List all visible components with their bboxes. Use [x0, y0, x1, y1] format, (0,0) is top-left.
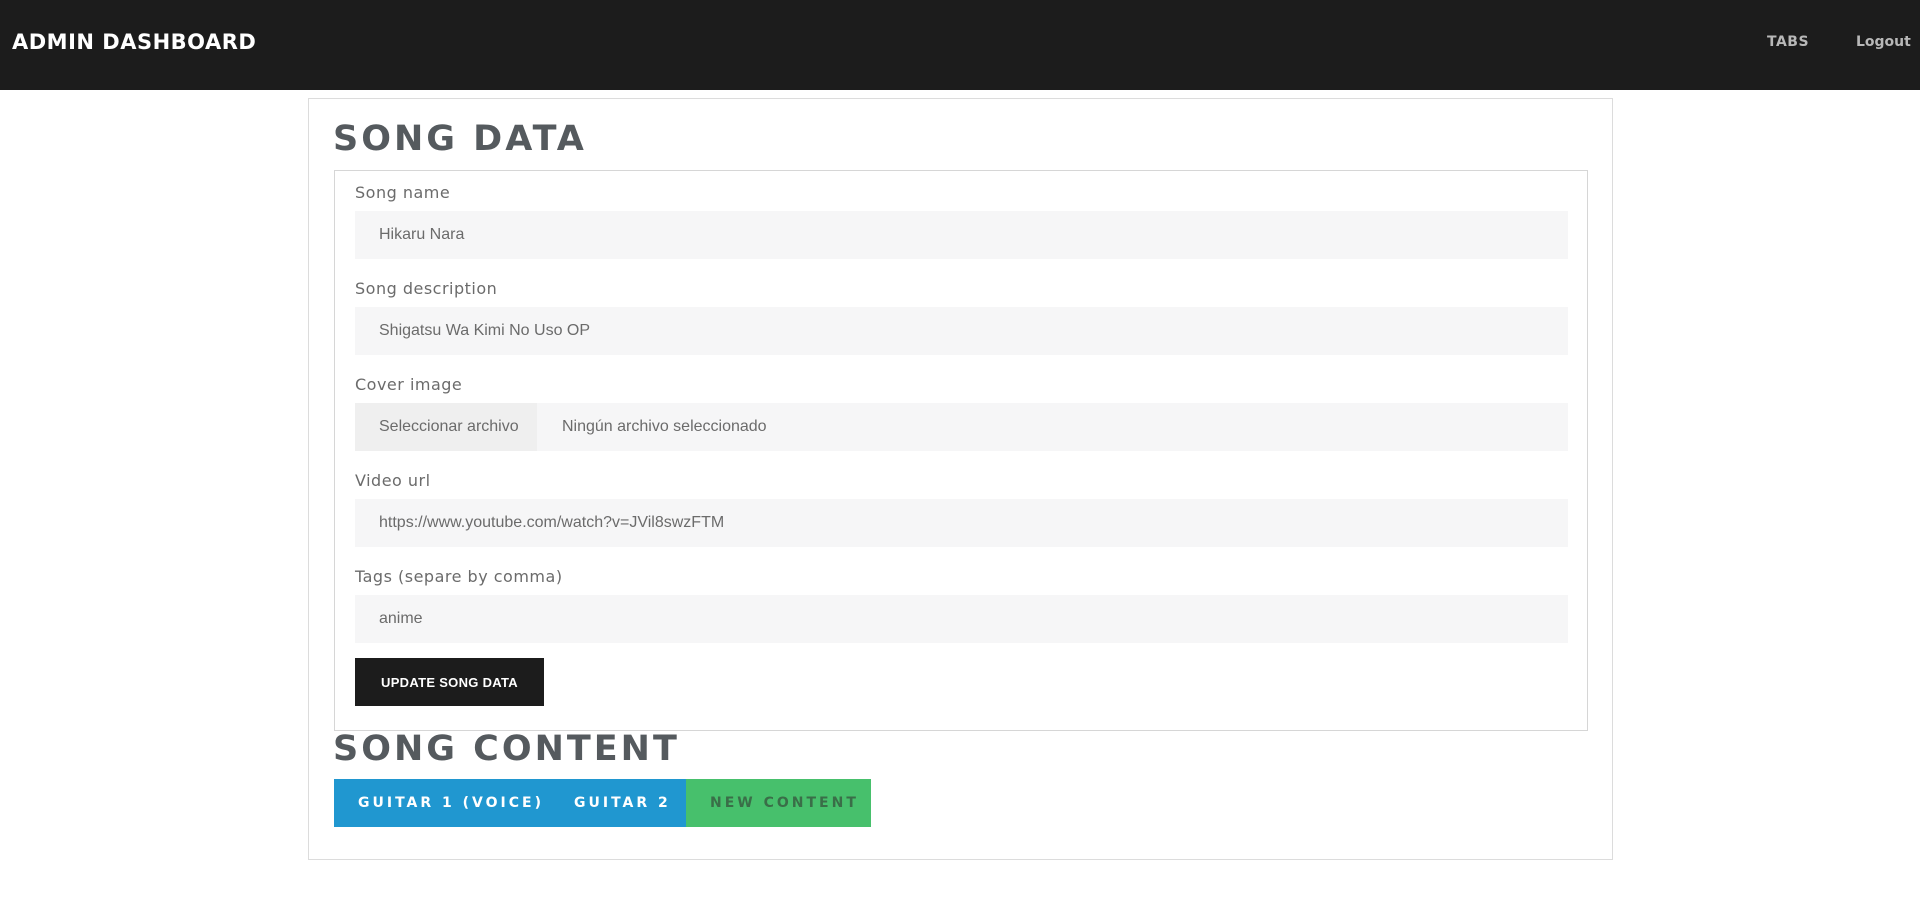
video-url-label: Video url	[355, 471, 431, 490]
song-description-label: Song description	[355, 279, 498, 298]
song-editor-card: SONG DATA Song name Song description Cov…	[308, 98, 1613, 860]
top-navbar: ADMIN DASHBOARD TABS Logout	[0, 0, 1920, 90]
song-name-input[interactable]	[355, 211, 1568, 259]
song-content-tabs: GUITAR 1 (VOICE) GUITAR 2 NEW CONTENT	[334, 779, 871, 827]
song-content-title: SONG CONTENT	[333, 729, 680, 769]
video-url-input[interactable]	[355, 499, 1568, 547]
brand-title[interactable]: ADMIN DASHBOARD	[12, 30, 256, 54]
select-file-button[interactable]: Seleccionar archivo	[355, 403, 537, 451]
logout-link[interactable]: Logout	[1856, 34, 1911, 50]
file-status-text: Ningún archivo seleccionado	[562, 418, 767, 435]
song-name-label: Song name	[355, 183, 451, 202]
song-description-input[interactable]	[355, 307, 1568, 355]
cover-image-label: Cover image	[355, 375, 463, 394]
tags-label: Tags (separe by comma)	[355, 567, 563, 586]
song-data-title: SONG DATA	[333, 119, 587, 159]
cover-image-file-input[interactable]: Seleccionar archivo Ningún archivo selec…	[355, 403, 1568, 451]
update-song-data-button[interactable]: UPDATE SONG DATA	[355, 658, 544, 706]
tags-input[interactable]	[355, 595, 1568, 643]
tab-guitar-2[interactable]: GUITAR 2	[550, 779, 686, 827]
tab-guitar-1-voice[interactable]: GUITAR 1 (VOICE)	[334, 779, 550, 827]
tab-new-content[interactable]: NEW CONTENT	[686, 779, 871, 827]
song-data-form: Song name Song description Cover image S…	[334, 170, 1588, 731]
nav-tabs-link[interactable]: TABS	[1767, 34, 1809, 50]
